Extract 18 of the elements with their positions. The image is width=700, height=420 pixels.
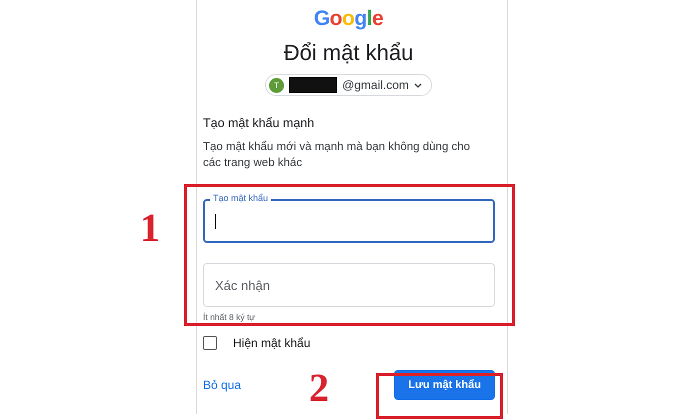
text-cursor: [215, 214, 216, 229]
hint-text: Ít nhất 8 ký tự: [203, 312, 255, 322]
page-title: Đổi mật khẩu: [284, 40, 414, 66]
confirm-field[interactable]: Xác nhận: [203, 263, 495, 307]
step-number: 2: [309, 368, 329, 408]
skip-link[interactable]: Bỏ qua: [203, 378, 242, 392]
step-number: 1: [140, 208, 160, 248]
description: Tạo mật khẩu mới và mạnh mà bạn không dùng cho các trang web khác: [203, 140, 472, 171]
chevron-down-icon: [414, 82, 422, 88]
section-heading: Tạo mật khẩu mạnh: [203, 116, 316, 130]
checkbox-label: Hiện mật khẩu: [233, 336, 310, 350]
account-chip[interactable]: T @gmail.com: [265, 74, 432, 96]
checkbox[interactable]: [203, 336, 217, 350]
account-email: @gmail.com: [342, 78, 409, 92]
save-password-button[interactable]: Lưu mật khẩu: [394, 370, 495, 400]
field-label: Tạo mật khẩu: [210, 193, 272, 203]
avatar-icon: T: [269, 78, 284, 92]
google-logo: Google: [314, 7, 384, 31]
